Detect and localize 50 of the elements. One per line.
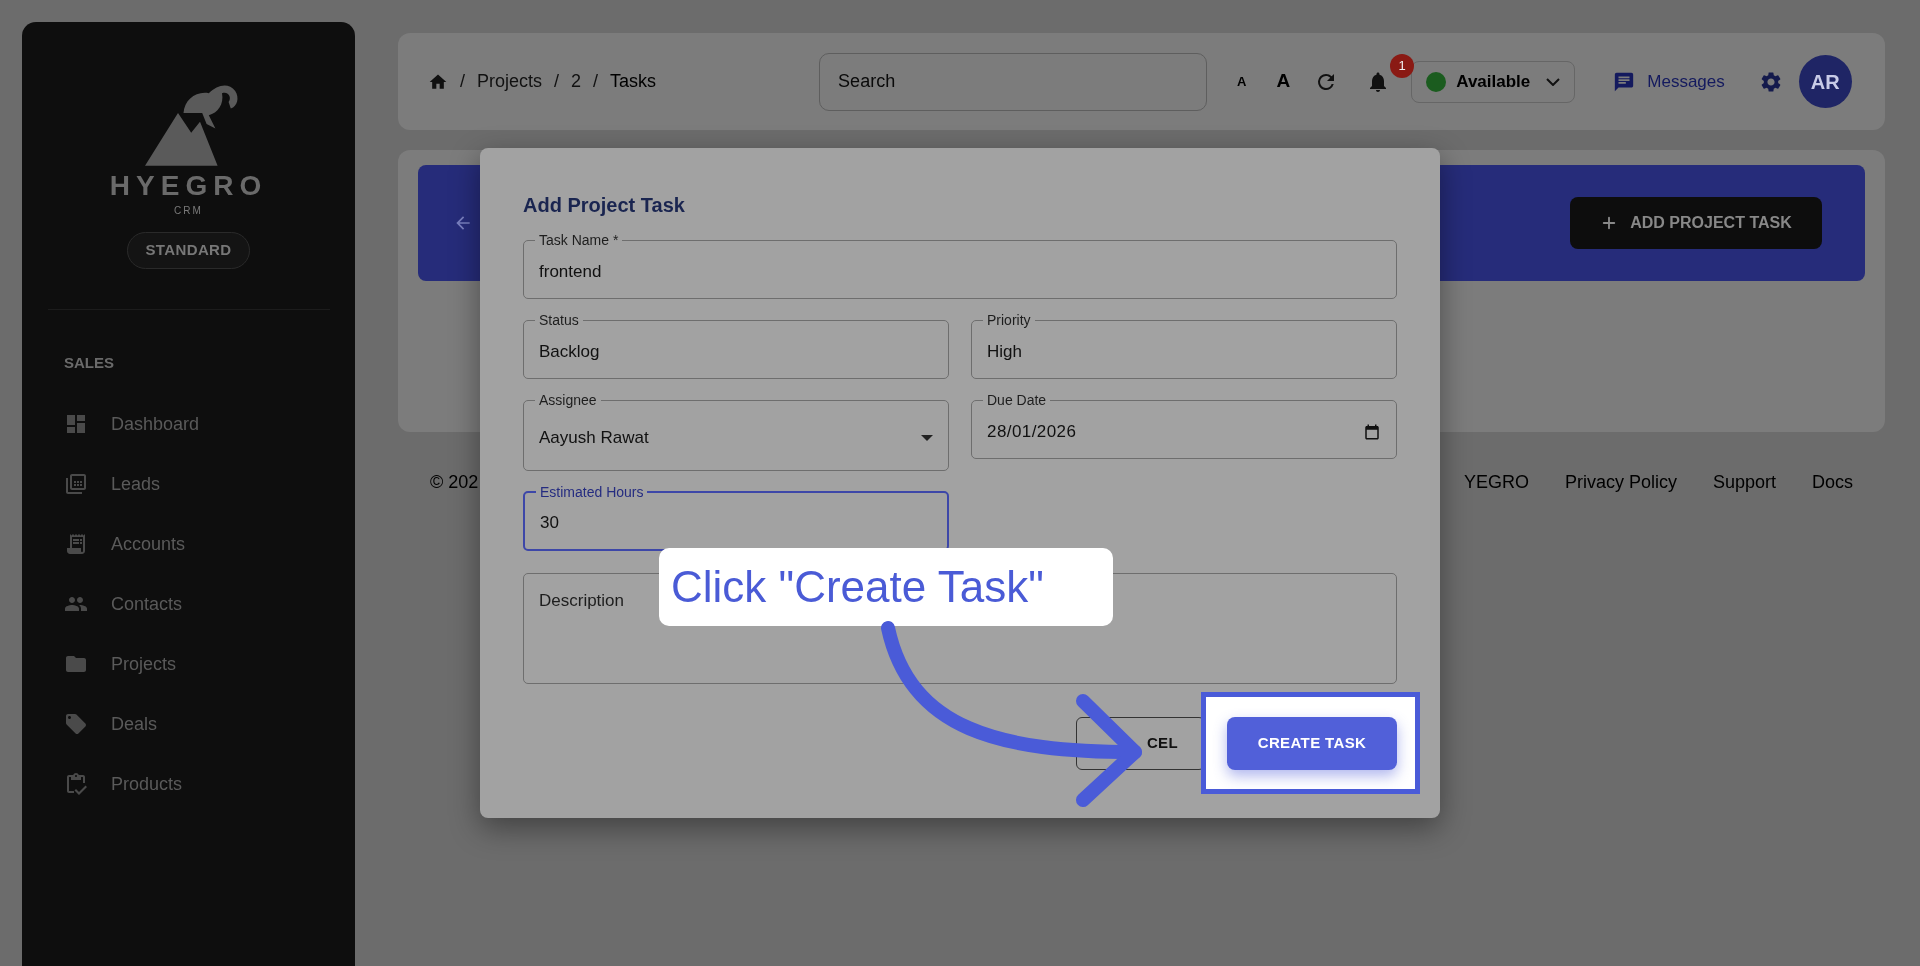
dialog-title: Add Project Task	[523, 193, 686, 217]
field-value: 30	[540, 512, 560, 535]
dashboard-icon	[64, 412, 88, 436]
field-value: High	[987, 340, 1023, 363]
dropdown-caret-icon	[921, 434, 933, 441]
tag-icon	[64, 712, 88, 736]
footer-link[interactable]: Privacy Policy	[1564, 469, 1677, 496]
field-value: frontend	[539, 260, 603, 283]
field-label: Due Date	[986, 391, 1048, 409]
increase-font-button[interactable]: A	[1276, 67, 1291, 96]
add-project-task-button[interactable]: ADD PROJECT TASK	[1570, 197, 1822, 249]
footer-link[interactable]: Support	[1712, 469, 1776, 496]
text-field[interactable]: Priority High	[971, 311, 1397, 379]
receipt-icon	[64, 532, 88, 556]
decrease-font-button[interactable]: A	[1237, 71, 1247, 92]
copyright-text: © 202	[430, 471, 479, 494]
field-value: Aayush Rawat	[539, 426, 650, 449]
text-field[interactable]: Task Name * frontend	[523, 231, 1397, 299]
field-label: Priority	[986, 311, 1032, 329]
breadcrumb-link[interactable]: Projects	[477, 68, 543, 95]
search-field[interactable]: Search	[819, 52, 1208, 111]
brand-tagline: CRM	[174, 204, 203, 218]
plan-badge: STANDARD	[127, 232, 250, 269]
brand-name: HYEGRO	[109, 172, 268, 200]
clipboard-check-icon	[64, 772, 88, 796]
footer-link[interactable]: Docs	[1812, 469, 1853, 496]
create-task-button[interactable]: CREATE TASK	[1227, 717, 1397, 770]
notification-badge: 1	[1390, 53, 1415, 78]
footer-link[interactable]: YEGRO	[1463, 469, 1529, 496]
breadcrumb-separator: /	[593, 70, 599, 93]
breadcrumb-separator: /	[554, 70, 560, 93]
calendar-icon	[1363, 422, 1381, 441]
breadcrumb-current: Tasks	[610, 70, 657, 93]
avatar[interactable]: AR	[1798, 55, 1852, 108]
section-heading: SALES	[64, 352, 115, 373]
callout-tooltip: Click "Create Task"	[659, 548, 1113, 626]
field-label: Task Name *	[538, 231, 620, 249]
status-dropdown[interactable]: Available	[1411, 60, 1576, 103]
breadcrumb-link[interactable]: 2	[571, 68, 582, 95]
select-field[interactable]: Assignee Aayush Rawat	[523, 391, 949, 471]
field-label: Estimated Hours	[539, 483, 645, 501]
calculator-icon	[64, 472, 88, 496]
breadcrumb-separator: /	[460, 70, 465, 93]
messages-button[interactable]: Messages	[1613, 68, 1725, 95]
chevron-down-icon	[1546, 77, 1561, 86]
field-label: Assignee	[538, 391, 598, 409]
field-value: 28/01/2026	[987, 420, 1078, 443]
field-value: Backlog	[539, 340, 601, 363]
chat-icon	[1613, 70, 1636, 93]
field-label: Status	[538, 311, 580, 329]
